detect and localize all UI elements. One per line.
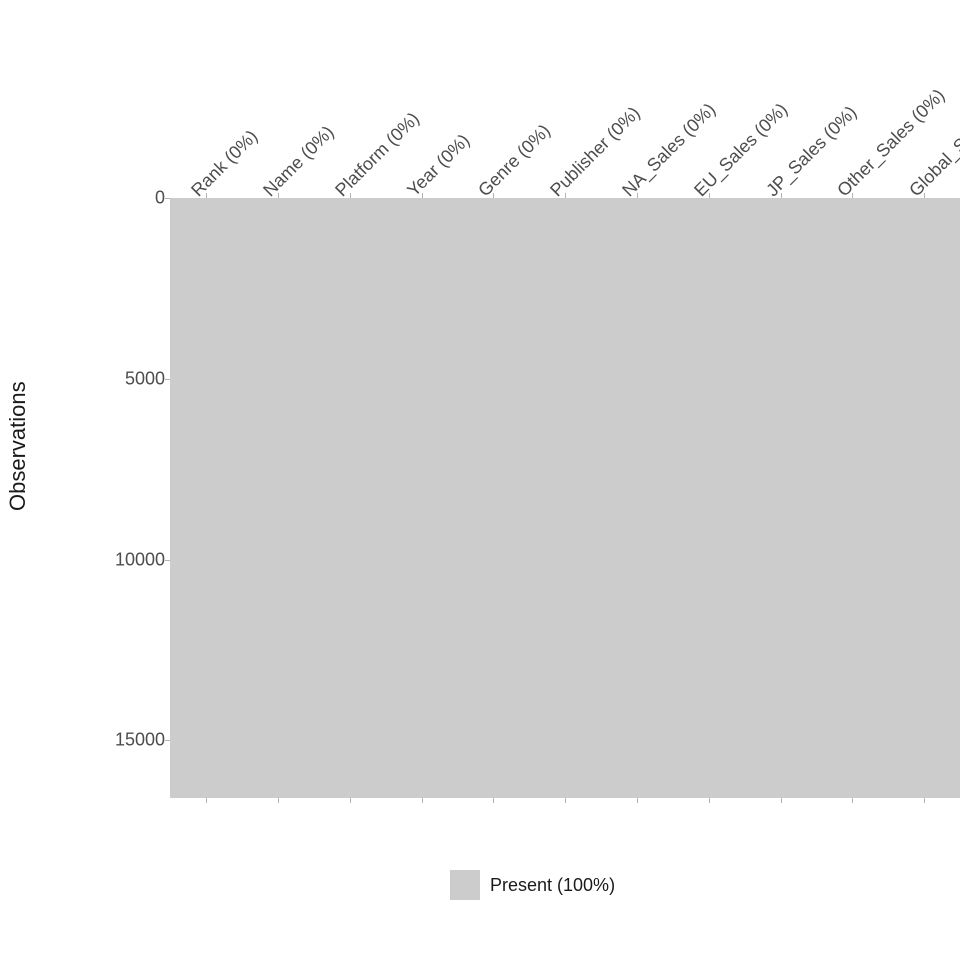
- x-tick-line: [565, 798, 566, 803]
- y-tick-5000: 5000: [65, 369, 165, 390]
- chart-container: Observations 0 5000 10000 15000 Rank (0%…: [0, 0, 960, 960]
- y-tick-line: [165, 379, 170, 380]
- y-tick-line: [165, 560, 170, 561]
- x-label-genre: Genre (0%): [474, 120, 555, 201]
- legend-label: Present (100%): [490, 875, 615, 896]
- x-label-name: Name (0%): [259, 122, 338, 201]
- legend-swatch: [450, 870, 480, 900]
- x-label-rank: Rank (0%): [187, 126, 262, 201]
- y-tick-line: [165, 198, 170, 199]
- y-tick-10000: 10000: [65, 550, 165, 571]
- x-label-year: Year (0%): [403, 130, 474, 201]
- x-tick-line: [278, 798, 279, 803]
- plot-area: [170, 198, 960, 798]
- y-axis-label: Observations: [5, 381, 31, 511]
- x-tick-line: [422, 798, 423, 803]
- x-tick-line: [709, 798, 710, 803]
- legend: Present (100%): [450, 870, 615, 900]
- x-tick-line: [781, 798, 782, 803]
- x-label-globals: Global_S: [905, 134, 960, 201]
- x-tick-line: [852, 798, 853, 803]
- y-tick-0: 0: [65, 188, 165, 209]
- y-tick-line: [165, 740, 170, 741]
- y-tick-15000: 15000: [65, 730, 165, 751]
- x-tick-line: [493, 798, 494, 803]
- x-tick-line: [206, 798, 207, 803]
- x-tick-line: [350, 798, 351, 803]
- x-tick-line: [637, 798, 638, 803]
- x-tick-line: [924, 798, 925, 803]
